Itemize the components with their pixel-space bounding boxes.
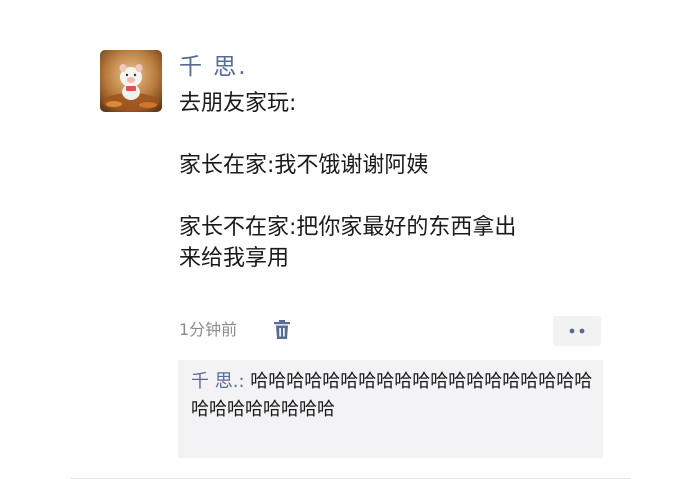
post-content: 去朋友家玩: 家长在家:我不饿谢谢阿姨 家长不在家:把你家最好的东西拿出 来给我… — [179, 88, 609, 274]
comment-separator: : — [238, 371, 251, 392]
post-timestamp: 1分钟前 — [179, 320, 238, 339]
post-line: 家长在家:我不饿谢谢阿姨 — [179, 153, 429, 178]
comment-section: 千 思.: 哈哈哈哈哈哈哈哈哈哈哈哈哈哈哈哈哈哈哈哈哈哈哈哈哈哈哈 — [178, 360, 603, 458]
trash-icon[interactable] — [273, 320, 291, 340]
post-line: 去朋友家玩: — [179, 91, 297, 116]
more-options-button[interactable] — [553, 316, 601, 346]
comment-item[interactable]: 千 思.: 哈哈哈哈哈哈哈哈哈哈哈哈哈哈哈哈哈哈哈哈哈哈哈哈哈哈哈 — [191, 368, 593, 424]
avatar[interactable] — [100, 50, 162, 112]
post-line: 家长不在家:把你家最好的东西拿出 来给我享用 — [179, 215, 517, 271]
avatar-image — [100, 50, 162, 112]
comment-text: 哈哈哈哈哈哈哈哈哈哈哈哈哈哈哈哈哈哈哈哈哈哈哈哈哈哈哈 — [191, 371, 593, 420]
more-dots-icon — [569, 328, 585, 334]
post-author[interactable]: 千 思. — [179, 52, 248, 82]
comment-author[interactable]: 千 思. — [191, 371, 238, 392]
